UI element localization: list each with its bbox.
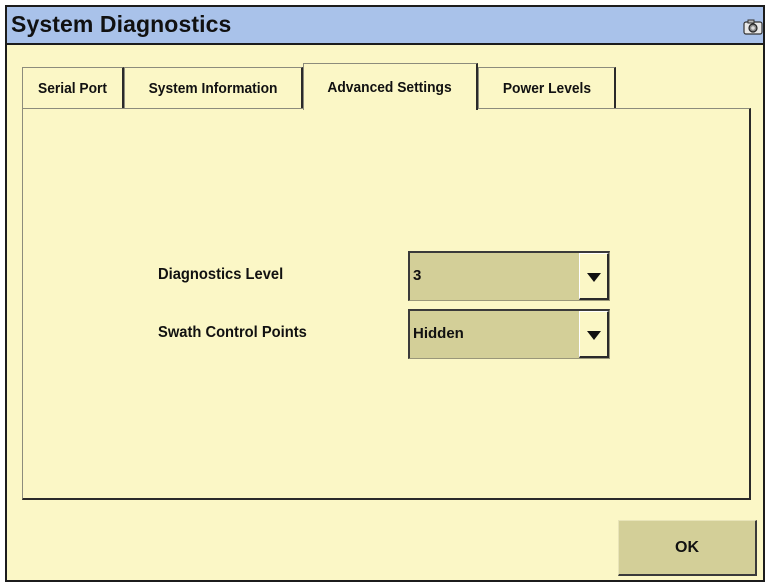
tab-label: Serial Port <box>37 80 108 97</box>
swath-control-points-select[interactable]: Hidden <box>408 309 610 359</box>
advanced-settings-panel: Diagnostics Level 3 Swath Control Points… <box>22 108 751 500</box>
swath-control-points-dropdown-button[interactable] <box>579 311 609 358</box>
swath-control-points-value: Hidden <box>413 325 464 342</box>
tab-label: Advanced Settings <box>327 78 453 96</box>
diagnostics-level-value: 3 <box>413 267 422 284</box>
swath-control-points-label: Swath Control Points <box>158 324 307 341</box>
tab-label: Power Levels <box>502 80 591 97</box>
tab-system-information[interactable]: System Information <box>124 67 303 109</box>
chevron-down-icon <box>587 331 601 340</box>
diagnostics-level-select[interactable]: 3 <box>408 251 610 301</box>
camera-icon[interactable] <box>743 19 763 35</box>
diagnostics-level-dropdown-button[interactable] <box>579 253 609 300</box>
diagnostics-level-label: Diagnostics Level <box>158 266 284 283</box>
system-diagnostics-window: System Diagnostics Serial Port System In… <box>5 5 765 582</box>
tab-advanced-settings[interactable]: Advanced Settings <box>303 63 478 110</box>
tab-serial-port[interactable]: Serial Port <box>22 67 124 109</box>
tab-label: System Information <box>148 80 278 97</box>
window-title: System Diagnostics <box>11 11 232 37</box>
ok-button[interactable]: OK <box>618 520 757 576</box>
title-bar: System Diagnostics <box>7 7 763 45</box>
tab-power-levels[interactable]: Power Levels <box>478 67 616 109</box>
chevron-down-icon <box>587 273 601 282</box>
